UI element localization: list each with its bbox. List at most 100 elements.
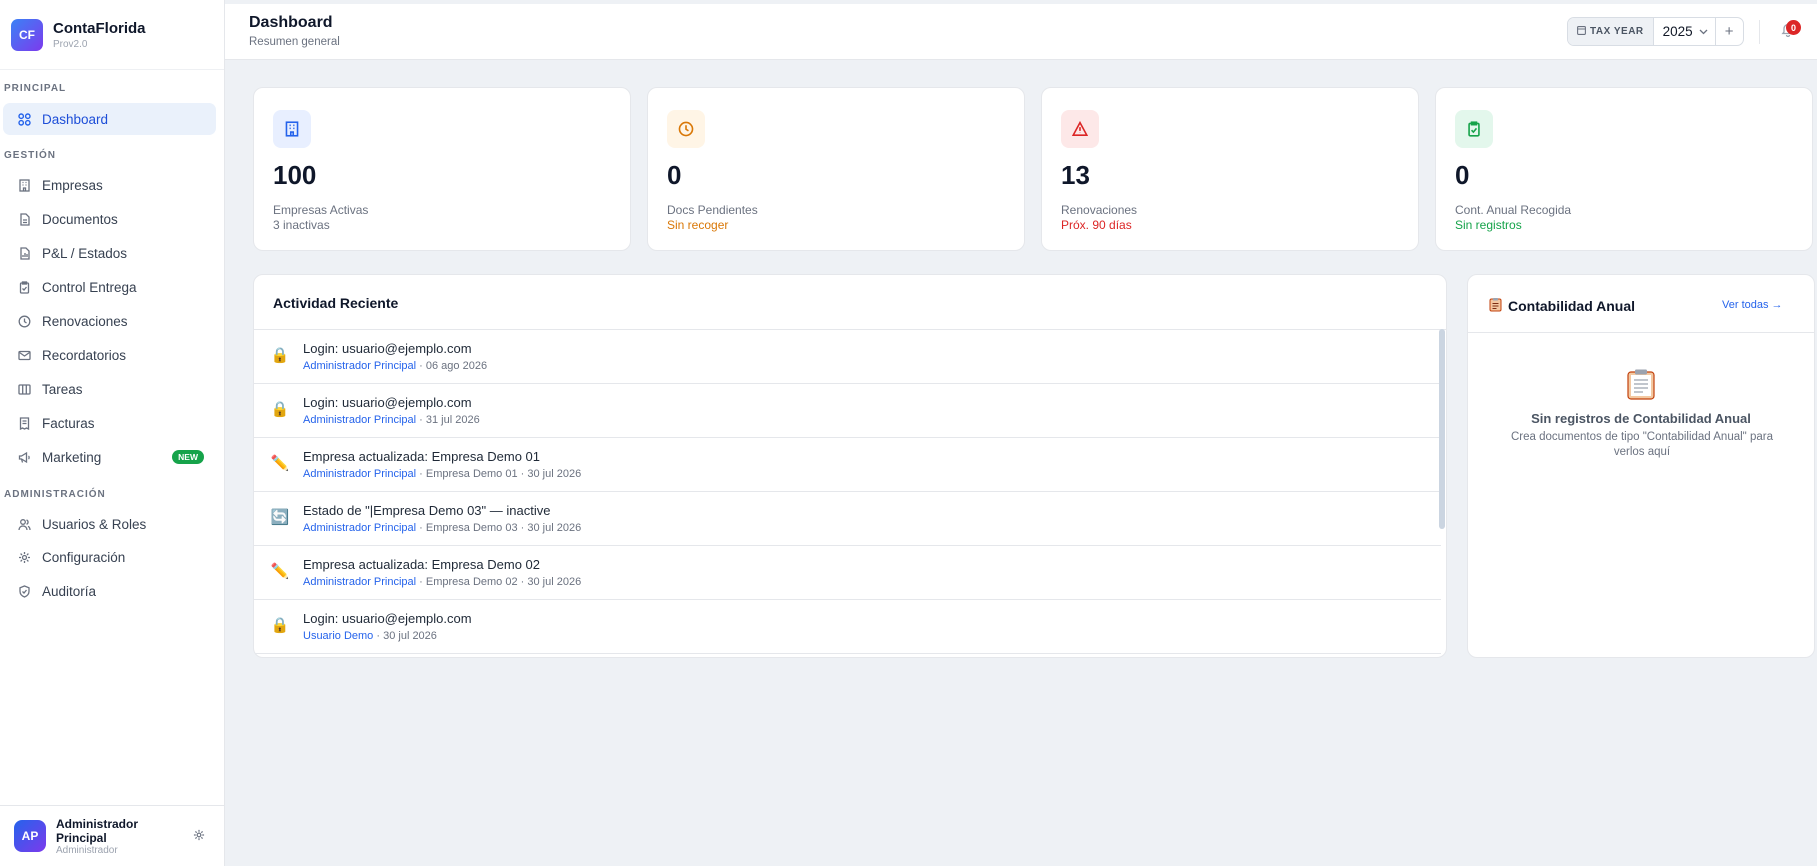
sidebar-item-empresas[interactable]: Empresas: [3, 169, 216, 201]
empty-state-title: Sin registros de Contabilidad Anual: [1531, 411, 1751, 426]
activity-row[interactable]: 🔒 Login: usuario@ejemplo.com Administrad…: [254, 384, 1441, 438]
sidebar-item-label: Documentos: [42, 211, 118, 227]
warning-icon: [1061, 110, 1099, 148]
activity-text: Empresa actualizada: Empresa Demo 02: [303, 557, 541, 572]
stat-label: Renovaciones: [1061, 203, 1138, 217]
gear-icon: [17, 550, 31, 564]
stat-card-cont-anual[interactable]: 0 Cont. Anual Recogida Sin registros: [1435, 87, 1813, 251]
stat-card-empresas[interactable]: 100 Empresas Activas 3 inactivas: [253, 87, 631, 251]
activity-meta: Administrador Principal · Empresa Demo 0…: [303, 522, 582, 534]
activity-row[interactable]: 🔒 Login: usuario@ejemplo.com Usuario Dem…: [254, 600, 1441, 654]
activity-text: Empresa actualizada: Empresa Demo 01: [303, 449, 541, 464]
activity-user[interactable]: Administrador Principal: [303, 414, 416, 426]
activity-text: Login: usuario@ejemplo.com: [303, 395, 472, 410]
empty-state-description: Crea documentos de tipo "Contabilidad An…: [1511, 431, 1773, 458]
stat-sub: Sin registros: [1455, 218, 1522, 232]
stat-sub: 3 inactivas: [273, 218, 330, 232]
sidebar-item-facturas[interactable]: Facturas: [3, 407, 216, 439]
nav-section-administracion: ADMINISTRACIÓN: [4, 489, 106, 500]
activity-meta: Administrador Principal · 06 ago 2026: [303, 360, 488, 372]
chevron-down-icon: [1699, 27, 1708, 37]
brand-name: ContaFlorida: [53, 19, 146, 37]
activity-text: Login: usuario@ejemplo.com: [303, 611, 472, 626]
tax-year-label: TAX YEAR: [1568, 18, 1654, 45]
sidebar-item-control-entrega[interactable]: Control Entrega: [3, 271, 216, 303]
lock-icon: 🔒: [270, 347, 290, 364]
ver-todas-link[interactable]: Ver todas →: [1722, 299, 1783, 311]
activity-title: Actividad Reciente: [273, 295, 399, 311]
receipt-icon: [17, 416, 31, 430]
activity-user[interactable]: Administrador Principal: [303, 360, 416, 372]
pencil-icon: ✏️: [270, 563, 290, 580]
sidebar-item-label: Facturas: [42, 415, 95, 431]
shield-icon: [17, 584, 31, 598]
nav-section-principal: PRINCIPAL: [4, 83, 67, 94]
tax-year-dropdown[interactable]: 2025: [1654, 18, 1715, 45]
activity-text: Login: usuario@ejemplo.com: [303, 341, 472, 356]
stat-sub: Sin recoger: [667, 218, 729, 232]
stat-label: Docs Pendientes: [667, 203, 758, 217]
document-icon: [17, 212, 31, 226]
sidebar-item-label: Empresas: [42, 177, 103, 193]
stat-value: 0: [1455, 160, 1470, 190]
brand[interactable]: CF ContaFlorida Prov2.0: [0, 0, 224, 70]
sidebar-item-label: Auditoría: [42, 583, 97, 599]
tax-year-value: 2025: [1662, 24, 1693, 39]
sidebar-item-recordatorios[interactable]: Recordatorios: [3, 339, 216, 371]
users-icon: [17, 517, 31, 531]
sidebar-item-tareas[interactable]: Tareas: [3, 373, 216, 405]
sidebar-item-label: Renovaciones: [42, 313, 128, 329]
sidebar-item-documentos[interactable]: Documentos: [3, 203, 216, 235]
clipboard-check-icon: [1455, 110, 1493, 148]
kanban-icon: [17, 382, 31, 396]
sidebar-item-configuracion[interactable]: Configuración: [3, 541, 216, 573]
megaphone-icon: [17, 450, 31, 464]
mail-icon: [17, 348, 31, 362]
lock-icon: 🔒: [270, 617, 290, 634]
add-tax-year-button[interactable]: +: [1714, 18, 1743, 45]
sidebar-item-renovaciones[interactable]: Renovaciones: [3, 305, 216, 337]
activity-user[interactable]: Administrador Principal: [303, 522, 416, 534]
user-role: Administrador: [56, 844, 118, 856]
notification-count-badge: 0: [1786, 20, 1801, 35]
page-subtitle: Resumen general: [249, 36, 340, 48]
report-icon: [17, 246, 31, 260]
avatar: AP: [14, 820, 46, 852]
activity-user[interactable]: Administrador Principal: [303, 468, 416, 480]
stat-card-renovaciones[interactable]: 13 Renovaciones Próx. 90 días: [1041, 87, 1419, 251]
sidebar-item-label: Tareas: [42, 381, 83, 397]
clipboard-check-icon: [17, 280, 31, 294]
activity-user[interactable]: Administrador Principal: [303, 576, 416, 588]
activity-row[interactable]: 🔒 Login: usuario@ejemplo.com Administrad…: [254, 330, 1441, 384]
activity-row[interactable]: ✏️ Empresa actualizada: Empresa Demo 01 …: [254, 438, 1441, 492]
sidebar-item-dashboard[interactable]: Dashboard: [3, 103, 216, 135]
sidebar: CF ContaFlorida Prov2.0 PRINCIPAL Dashbo…: [0, 0, 225, 866]
user-name: Administrador Principal: [56, 816, 139, 845]
activity-panel: Actividad Reciente 🔒 Login: usuario@ejem…: [253, 274, 1447, 658]
page-title: Dashboard: [249, 14, 333, 31]
settings-gear-icon[interactable]: [193, 828, 205, 846]
activity-row[interactable]: 🔄 Estado de "|Empresa Demo 03" — inactiv…: [254, 492, 1441, 546]
clock-icon: [667, 110, 705, 148]
activity-meta: Usuario Demo · 30 jul 2026: [303, 630, 437, 642]
sidebar-item-label: Usuarios & Roles: [42, 516, 147, 532]
activity-row[interactable]: ✏️ Empresa actualizada: Empresa Demo 02 …: [254, 546, 1441, 600]
calendar-icon: [1577, 25, 1586, 38]
activity-user[interactable]: Usuario Demo: [303, 630, 373, 642]
sidebar-item-usuarios-roles[interactable]: Usuarios & Roles: [3, 508, 216, 540]
stat-label: Empresas Activas: [273, 203, 369, 217]
sidebar-item-marketing[interactable]: Marketing NEW: [3, 441, 216, 473]
sidebar-item-auditoria[interactable]: Auditoría: [3, 575, 216, 607]
brand-version: Prov2.0: [53, 38, 88, 50]
pencil-icon: ✏️: [270, 455, 290, 472]
sidebar-item-pl-estados[interactable]: P&L / Estados: [3, 237, 216, 269]
nav-section-gestion: GESTIÓN: [4, 150, 57, 161]
activity-scrollbar[interactable]: [1439, 329, 1445, 529]
activity-meta: Administrador Principal · 31 jul 2026: [303, 414, 480, 426]
stat-value: 100: [273, 160, 317, 190]
divider: [1468, 332, 1814, 333]
user-profile[interactable]: AP Administrador Principal Administrador: [0, 805, 225, 866]
stat-card-docs-pendientes[interactable]: 0 Docs Pendientes Sin recoger: [647, 87, 1025, 251]
grid-icon: [17, 112, 31, 126]
stat-value: 0: [667, 160, 682, 190]
